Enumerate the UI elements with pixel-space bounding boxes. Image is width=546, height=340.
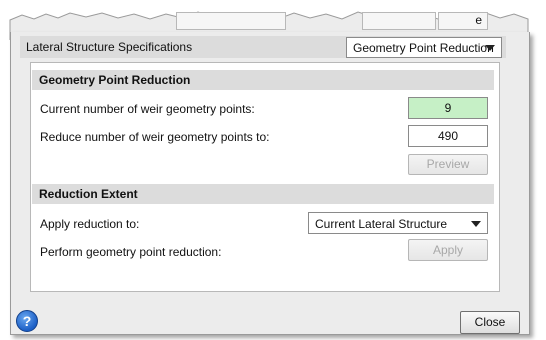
screenshot-root: e Lateral Structure Specifications Geome… (0, 0, 546, 340)
section-title: Lateral Structure Specifications (26, 40, 193, 54)
geometry-point-reduction-header: Geometry Point Reduction (32, 70, 494, 90)
partial-top-button-text: e (475, 13, 482, 27)
reduce-points-label: Reduce number of weir geometry points to… (40, 130, 270, 144)
reduce-points-input[interactable]: 490 (408, 125, 488, 147)
apply-to-select[interactable]: Current Lateral Structure (308, 212, 488, 234)
chevron-down-icon (485, 45, 495, 51)
partial-top-button-2: e (438, 12, 488, 30)
help-icon[interactable]: ? (16, 310, 38, 332)
apply-button[interactable]: Apply (408, 239, 488, 261)
reduction-extent-title: Reduction Extent (39, 187, 138, 201)
partial-top-field (176, 12, 286, 30)
mode-select-value: Geometry Point Reduction (353, 41, 494, 55)
reduction-extent-header: Reduction Extent (32, 184, 494, 204)
apply-to-select-value: Current Lateral Structure (315, 217, 448, 231)
perform-reduction-label: Perform geometry point reduction: (40, 245, 222, 259)
apply-to-label: Apply reduction to: (40, 217, 140, 231)
current-points-value: 9 (408, 97, 488, 119)
chevron-down-icon (471, 221, 481, 227)
geometry-point-reduction-title: Geometry Point Reduction (39, 73, 191, 87)
preview-button[interactable]: Preview (408, 154, 488, 175)
partial-top-button-1 (362, 12, 436, 30)
current-points-label: Current number of weir geometry points: (40, 102, 255, 116)
close-button[interactable]: Close (460, 311, 520, 334)
mode-select[interactable]: Geometry Point Reduction (346, 37, 502, 58)
